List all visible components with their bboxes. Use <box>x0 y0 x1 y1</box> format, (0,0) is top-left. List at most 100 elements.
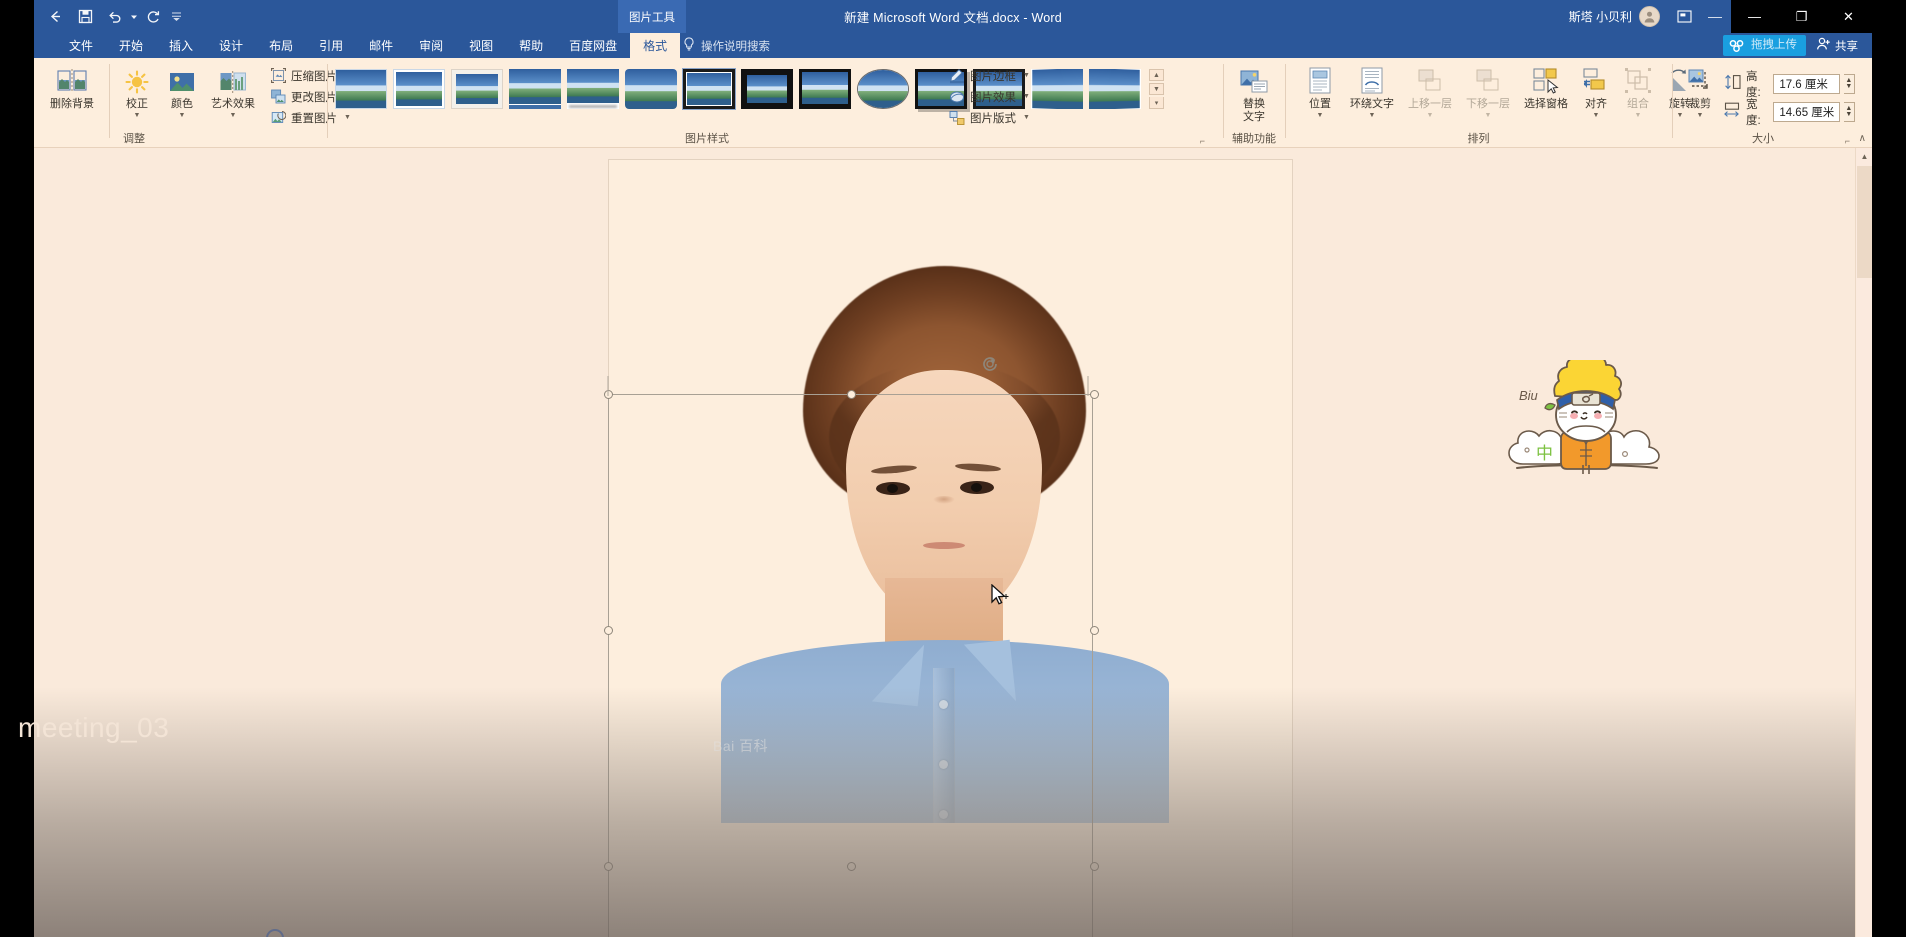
picture-border-button[interactable]: 图片边框 ▼ <box>949 66 1030 85</box>
shape-height-stepper[interactable]: ▲ ▼ <box>1843 74 1855 94</box>
resize-handle-w[interactable] <box>604 626 613 635</box>
alt-text-button[interactable]: 替换 文字 <box>1226 63 1282 123</box>
customize-qat-icon[interactable] <box>168 3 184 31</box>
shape-height-input[interactable]: 17.6 厘米 <box>1773 74 1840 94</box>
color-button[interactable]: 颜色 ▼ <box>159 63 205 119</box>
undo-icon[interactable] <box>100 3 130 31</box>
tab-review[interactable]: 审阅 <box>406 33 456 58</box>
tab-insert[interactable]: 插入 <box>156 33 206 58</box>
corrections-button[interactable]: 校正 ▼ <box>114 63 160 119</box>
shape-width-stepper[interactable]: ▲ ▼ <box>1843 102 1855 122</box>
document-canvas[interactable]: Bai 百科 Biu 中 <box>34 148 1872 937</box>
window-minimize-faint-icon[interactable]: — <box>1708 8 1722 24</box>
picture-style-thumb[interactable] <box>335 69 387 109</box>
chevron-down-icon[interactable]: ▼ <box>179 112 186 119</box>
resize-handle-n[interactable] <box>847 390 856 399</box>
bring-forward-button[interactable]: 上移一层 ▼ <box>1401 63 1459 119</box>
rotate-handle-icon[interactable] <box>979 353 1001 375</box>
chevron-down-icon[interactable]: ▼ <box>1485 112 1492 119</box>
tab-baidu-netdisk[interactable]: 百度网盘 <box>556 33 630 58</box>
chevron-down-icon[interactable]: ▼ <box>1023 93 1030 100</box>
vertical-scrollbar[interactable]: ▲ <box>1855 148 1872 937</box>
ribbon-display-options-icon[interactable] <box>1674 7 1694 25</box>
picture-style-thumb[interactable] <box>799 69 851 109</box>
picture-effects-button[interactable]: 图片效果 ▼ <box>949 87 1030 106</box>
picture-style-thumb[interactable] <box>1031 69 1083 109</box>
resize-handle-e[interactable] <box>1090 626 1099 635</box>
gallery-scroll-down-icon[interactable]: ▼ <box>1149 83 1164 95</box>
gallery-more-icon[interactable]: ▾ <box>1149 97 1164 109</box>
window-restore-button[interactable]: ❐ <box>1778 0 1825 33</box>
chevron-down-icon[interactable]: ▼ <box>134 112 141 119</box>
collapse-ribbon-icon[interactable]: ∧ <box>1859 133 1866 144</box>
picture-style-thumb[interactable] <box>1089 69 1141 109</box>
chevron-down-icon[interactable]: ▼ <box>1427 112 1434 119</box>
picture-selection-frame[interactable] <box>604 390 1099 937</box>
picture-style-thumb[interactable] <box>451 69 503 109</box>
shape-width-row: 宽度: 14.65 厘米 ▲ ▼ <box>1724 96 1855 128</box>
resize-handle-sw[interactable] <box>604 862 613 871</box>
chevron-down-icon[interactable]: ▼ <box>1023 72 1030 79</box>
chevron-down-icon[interactable]: ▼ <box>230 112 237 119</box>
align-button[interactable]: 对齐 ▼ <box>1575 63 1617 119</box>
size-dialog-launcher[interactable]: ⌐ <box>1845 136 1850 146</box>
chevron-down-icon[interactable]: ▼ <box>1317 112 1324 119</box>
chevron-down-icon[interactable]: ▼ <box>1697 112 1704 119</box>
gallery-scroll-controls[interactable]: ▲ ▼ ▾ <box>1149 69 1164 109</box>
chevron-down-icon[interactable]: ▼ <box>1635 112 1642 119</box>
tab-view[interactable]: 视图 <box>456 33 506 58</box>
chevron-down-icon[interactable]: ▼ <box>1593 112 1600 119</box>
tab-references[interactable]: 引用 <box>306 33 356 58</box>
window-minimize-button[interactable]: — <box>1731 0 1778 33</box>
picture-style-thumb[interactable] <box>857 69 909 109</box>
avatar[interactable] <box>1639 6 1660 27</box>
shape-width-input[interactable]: 14.65 厘米 <box>1773 102 1840 122</box>
send-backward-button[interactable]: 下移一层 ▼ <box>1459 63 1517 119</box>
picture-styles-gallery[interactable]: ▲ ▼ ▾ <box>335 68 1164 110</box>
resize-handle-nw[interactable] <box>604 390 613 399</box>
window-close-button[interactable]: ✕ <box>1825 0 1872 33</box>
tab-design[interactable]: 设计 <box>206 33 256 58</box>
wrap-text-button[interactable]: 环绕文字 ▼ <box>1343 63 1401 119</box>
picture-style-thumb[interactable] <box>393 69 445 109</box>
group-objects-icon <box>1624 63 1652 95</box>
position-icon <box>1307 63 1333 95</box>
share-button[interactable]: 共享 <box>1816 37 1872 54</box>
artistic-effects-button[interactable]: 艺术效果 ▼ <box>202 63 264 119</box>
remove-background-button[interactable]: 删除背景 <box>42 63 102 111</box>
chevron-down-icon[interactable]: ▼ <box>1369 112 1376 119</box>
naruto-cat-sticker[interactable]: Biu 中 <box>1493 353 1679 478</box>
tab-mailings[interactable]: 邮件 <box>356 33 406 58</box>
drag-upload-button[interactable]: 拖拽上传 <box>1723 35 1806 56</box>
picture-style-thumb[interactable] <box>567 69 619 109</box>
chevron-down-icon[interactable]: ▼ <box>1023 114 1030 121</box>
picture-layout-icon <box>949 110 965 126</box>
picture-style-thumb[interactable] <box>741 69 793 109</box>
picture-layout-button[interactable]: 图片版式 ▼ <box>949 108 1030 127</box>
picture-style-thumb[interactable] <box>625 69 677 109</box>
tab-help[interactable]: 帮助 <box>506 33 556 58</box>
picture-styles-dialog-launcher[interactable]: ⌐ <box>1200 136 1205 146</box>
tab-layout[interactable]: 布局 <box>256 33 306 58</box>
tab-file[interactable]: 文件 <box>56 33 106 58</box>
gallery-scroll-up-icon[interactable]: ▲ <box>1149 69 1164 81</box>
tell-me-search[interactable]: 操作说明搜索 <box>683 33 770 58</box>
tab-home[interactable]: 开始 <box>106 33 156 58</box>
selection-pane-button[interactable]: 选择窗格 <box>1517 63 1575 111</box>
back-arrow-icon[interactable] <box>40 3 70 31</box>
picture-style-thumb-selected[interactable] <box>682 68 736 110</box>
position-button[interactable]: 位置 ▼ <box>1297 63 1343 119</box>
redo-icon[interactable] <box>138 3 168 31</box>
picture-style-thumb[interactable] <box>509 69 561 109</box>
save-icon[interactable] <box>70 3 100 31</box>
tab-format[interactable]: 格式 <box>630 33 681 58</box>
account-zone[interactable]: 斯塔 小贝利 <box>1569 0 1660 33</box>
resize-handle-ne[interactable] <box>1090 390 1099 399</box>
group-button[interactable]: 组合 ▼ <box>1617 63 1659 119</box>
resize-handle-s[interactable] <box>847 862 856 871</box>
crop-button[interactable]: 裁剪 ▼ <box>1678 63 1722 119</box>
scroll-up-icon[interactable]: ▲ <box>1856 148 1872 165</box>
undo-dropdown-icon[interactable] <box>130 3 138 31</box>
resize-handle-se[interactable] <box>1090 862 1099 871</box>
scrollbar-thumb[interactable] <box>1857 166 1872 278</box>
